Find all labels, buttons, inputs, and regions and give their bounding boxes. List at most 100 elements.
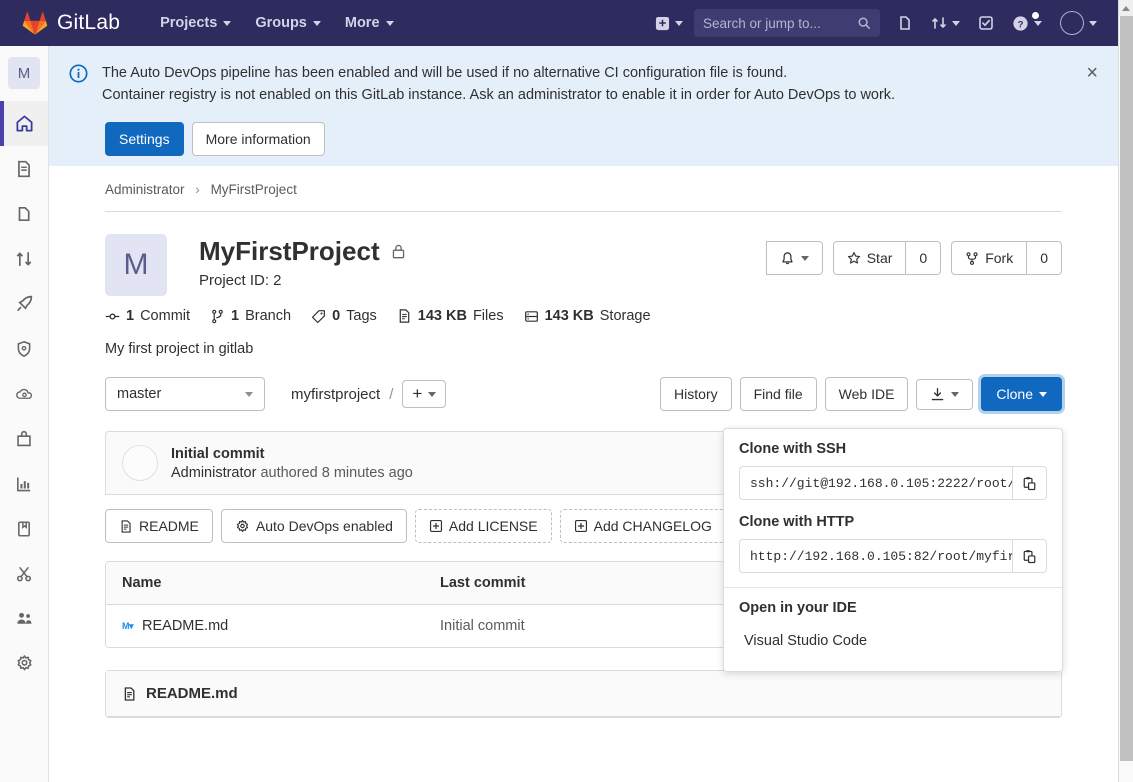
add-license-button[interactable]: Add LICENSE bbox=[414, 509, 552, 543]
stat-tags-value: 0 bbox=[332, 308, 341, 324]
book-icon bbox=[18, 520, 30, 537]
close-icon[interactable]: × bbox=[1086, 63, 1098, 83]
sidebar-item-issues[interactable] bbox=[0, 191, 48, 236]
star-count[interactable]: 0 bbox=[905, 241, 942, 275]
sidebar-project-avatar[interactable]: M bbox=[8, 57, 40, 89]
add-to-tree-button[interactable]: + bbox=[402, 380, 447, 408]
settings-button[interactable]: Settings bbox=[105, 122, 184, 156]
sidebar-item-ci-cd[interactable] bbox=[0, 281, 48, 326]
scroll-up-button[interactable] bbox=[1119, 0, 1133, 16]
fork-button[interactable]: Fork bbox=[951, 241, 1028, 275]
user-menu-button[interactable] bbox=[1053, 5, 1104, 41]
page-scrollbar[interactable] bbox=[1118, 0, 1133, 782]
file-name[interactable]: README.md bbox=[142, 618, 228, 634]
notification-button[interactable] bbox=[765, 241, 823, 275]
sidebar-item-merge-requests[interactable] bbox=[0, 236, 48, 281]
clone-http-input[interactable]: http://192.168.0.105:82/root/myfirstproj… bbox=[739, 539, 1013, 573]
clone-ssh-label: Clone with SSH bbox=[739, 441, 847, 457]
more-information-button[interactable]: More information bbox=[191, 122, 325, 156]
web-ide-button[interactable]: Web IDE bbox=[824, 377, 909, 411]
sidebar-item-wiki[interactable] bbox=[0, 506, 48, 551]
copy-ssh-button[interactable] bbox=[1013, 466, 1047, 500]
stat-branches[interactable]: 1 Branch bbox=[210, 308, 291, 324]
sidebar-item-members[interactable] bbox=[0, 596, 48, 641]
download-source-button[interactable] bbox=[916, 378, 974, 410]
alert-line-1: The Auto DevOps pipeline has been enable… bbox=[102, 65, 788, 81]
clipboard-icon bbox=[1023, 549, 1036, 563]
nav-more[interactable]: More bbox=[335, 8, 404, 38]
commit-author[interactable]: Administrator bbox=[171, 465, 256, 481]
help-button[interactable]: ? bbox=[1005, 9, 1049, 38]
auto-devops-button[interactable]: Auto DevOps enabled bbox=[220, 509, 407, 543]
branch-selector[interactable]: master bbox=[105, 377, 265, 411]
stat-files-value: 143 KB bbox=[417, 308, 467, 324]
readme-button-label: README bbox=[139, 518, 199, 534]
stat-branches-value: 1 bbox=[231, 308, 240, 324]
copy-http-button[interactable] bbox=[1013, 539, 1047, 573]
chevron-down-icon bbox=[952, 20, 960, 26]
fork-count[interactable]: 0 bbox=[1026, 241, 1062, 275]
sidebar-item-security[interactable] bbox=[0, 326, 48, 371]
sidebar-item-repository[interactable] bbox=[0, 146, 48, 191]
search-input[interactable]: Search or jump to... bbox=[694, 9, 880, 37]
stat-tags[interactable]: 0 Tags bbox=[311, 308, 377, 324]
gitlab-logo[interactable]: GitLab bbox=[22, 11, 120, 36]
open-in-vscode-item[interactable]: Visual Studio Code bbox=[739, 625, 1047, 657]
repo-toolbar: master myfirstproject / + History Find f… bbox=[49, 357, 1118, 411]
add-changelog-button[interactable]: Add CHANGELOG bbox=[559, 509, 726, 543]
chevron-down-icon bbox=[312, 20, 321, 26]
clone-label: Clone bbox=[996, 386, 1033, 402]
breadcrumb-project[interactable]: MyFirstProject bbox=[211, 182, 297, 197]
commit-authored-text: authored bbox=[260, 464, 318, 481]
stat-files-label: Files bbox=[472, 308, 504, 324]
path-root[interactable]: myfirstproject bbox=[291, 386, 380, 403]
sidebar-item-snippets[interactable] bbox=[0, 551, 48, 596]
nav-projects[interactable]: Projects bbox=[150, 8, 241, 38]
stat-commits-label: Commit bbox=[140, 308, 191, 324]
stat-commits[interactable]: 1 Commit bbox=[105, 308, 190, 324]
commit-title[interactable]: Initial commit bbox=[171, 446, 413, 462]
sidebar-item-packages[interactable] bbox=[0, 416, 48, 461]
avatar bbox=[1060, 11, 1084, 35]
stat-storage[interactable]: 143 KB Storage bbox=[524, 308, 651, 324]
find-file-button[interactable]: Find file bbox=[739, 377, 817, 411]
merge-requests-button[interactable] bbox=[924, 9, 967, 37]
sidebar-item-project-overview[interactable] bbox=[0, 101, 48, 146]
fork-label: Fork bbox=[985, 250, 1014, 266]
clone-button[interactable]: Clone bbox=[981, 377, 1062, 411]
stat-files[interactable]: 143 KB Files bbox=[397, 308, 504, 324]
clone-ssh-input[interactable]: ssh://git@192.168.0.105:2222/root/myfirs… bbox=[739, 466, 1013, 500]
lock-icon bbox=[392, 244, 404, 259]
sidebar-item-operations[interactable] bbox=[0, 371, 48, 416]
chevron-down-icon bbox=[385, 20, 394, 26]
history-button[interactable]: History bbox=[660, 377, 732, 411]
file-name-cell[interactable]: M▾ README.md bbox=[122, 618, 440, 634]
chart-icon bbox=[17, 476, 31, 491]
help-notification-dot bbox=[1032, 11, 1039, 19]
issues-button[interactable] bbox=[890, 9, 920, 37]
issues-icon bbox=[900, 16, 910, 30]
sidebar-item-settings[interactable] bbox=[0, 641, 48, 686]
scrollbar-thumb[interactable] bbox=[1120, 16, 1133, 761]
gear-icon bbox=[16, 655, 32, 671]
rocket-icon bbox=[16, 295, 32, 311]
breadcrumb-owner[interactable]: Administrator bbox=[105, 182, 185, 197]
sidebar-item-analytics[interactable] bbox=[0, 461, 48, 506]
readme-card-header: README.md bbox=[106, 671, 1061, 717]
new-item-button[interactable] bbox=[648, 10, 690, 37]
gitlab-project-page: GitLab Projects Groups More Search or ju… bbox=[0, 0, 1133, 782]
star-button[interactable]: Star bbox=[832, 241, 907, 275]
search-icon bbox=[858, 17, 871, 30]
issues-icon bbox=[18, 206, 30, 221]
readme-button[interactable]: README bbox=[105, 509, 213, 543]
todos-button[interactable] bbox=[971, 9, 1001, 37]
project-header-actions: Star 0 Fork 0 bbox=[765, 234, 1062, 275]
nav-groups[interactable]: Groups bbox=[245, 8, 331, 38]
scissors-icon bbox=[16, 566, 32, 581]
chevron-down-icon bbox=[951, 391, 960, 397]
stat-branches-label: Branch bbox=[245, 308, 292, 324]
notification-dropdown[interactable] bbox=[765, 241, 823, 275]
chevron-down-icon bbox=[675, 20, 683, 26]
tanuki-logo-icon bbox=[22, 11, 48, 35]
readme-card: README.md bbox=[105, 670, 1062, 718]
